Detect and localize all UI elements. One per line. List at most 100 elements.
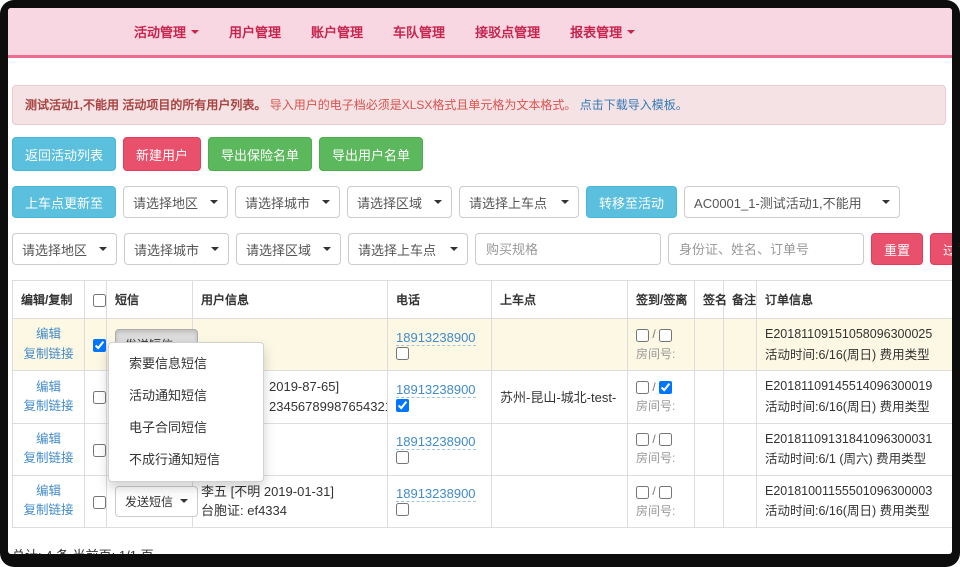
phone-link[interactable]: 18913238900 — [396, 330, 476, 346]
region-filter-select[interactable]: 请选择地区 — [12, 233, 117, 265]
signature-cell — [695, 319, 724, 371]
caret-down-icon — [210, 200, 218, 204]
phone-link[interactable]: 18913238900 — [396, 486, 476, 502]
nav-item-fleet-management[interactable]: 车队管理 — [393, 22, 445, 41]
phone-checkbox[interactable] — [396, 347, 409, 360]
sign-separator: / — [652, 484, 655, 498]
select-value: 请选择地区 — [133, 193, 198, 212]
info-alert: 测试活动1,不能用 活动项目的所有用户列表。 导入用户的电子档必须是XLSX格式… — [12, 85, 946, 125]
room-number-label: 房间号: — [636, 397, 686, 414]
edit-link[interactable]: 编辑 — [21, 378, 76, 397]
edit-link[interactable]: 编辑 — [21, 325, 76, 344]
edit-link[interactable]: 编辑 — [21, 482, 76, 501]
note-cell — [724, 371, 757, 423]
row-select-checkbox[interactable] — [93, 339, 106, 352]
pagination-summary: 总计: 4 条,当前页: 1/1 页 — [12, 545, 948, 554]
row-select-checkbox[interactable] — [93, 496, 106, 509]
send-sms-button[interactable]: 发送短信 — [115, 486, 198, 517]
export-user-list-button[interactable]: 导出用户名单 — [319, 137, 423, 171]
room-number-label: 房间号: — [636, 345, 686, 362]
signature-cell — [695, 371, 724, 423]
row-select-checkbox[interactable] — [93, 391, 106, 404]
sign-in-checkbox[interactable] — [636, 486, 649, 499]
sign-in-checkbox[interactable] — [636, 433, 649, 446]
new-user-button[interactable]: 新建用户 — [123, 137, 201, 171]
district-select[interactable]: 请选择区域 — [347, 186, 452, 218]
header-sign-in-out: 签到/签离 — [628, 281, 695, 319]
signature-cell — [695, 475, 724, 527]
device-frame: 活动管理 用户管理 账户管理 车队管理 接驳点管理 报表管理 测试活动1,不能用… — [0, 0, 960, 567]
nav-item-activity-management[interactable]: 活动管理 — [134, 22, 199, 41]
order-info-cell: E20181109131841096300031 活动时间:6/1 (周六) 费… — [757, 423, 953, 475]
search-input[interactable] — [668, 233, 864, 265]
order-number: E20181109131841096300031 — [765, 429, 952, 450]
menu-item-request-info-sms[interactable]: 索要信息短信 — [109, 348, 263, 380]
sign-out-checkbox[interactable] — [659, 486, 672, 499]
phone-checkbox[interactable] — [396, 451, 409, 464]
copy-link[interactable]: 复制链接 — [21, 501, 76, 520]
copy-link[interactable]: 复制链接 — [21, 449, 76, 468]
header-pickup-point: 上车点 — [492, 281, 628, 319]
city-select[interactable]: 请选择城市 — [235, 186, 340, 218]
select-value: 请选择区域 — [246, 240, 311, 259]
pickup-point-select[interactable]: 请选择上车点 — [459, 186, 579, 218]
sign-in-checkbox[interactable] — [636, 329, 649, 342]
purchase-spec-input[interactable] — [475, 233, 661, 265]
download-template-link[interactable]: 点击下载导入模板。 — [580, 98, 688, 112]
pickup-point-cell: 苏州-昆山-城北-test- — [492, 371, 628, 423]
sign-out-checkbox[interactable] — [659, 381, 672, 394]
sign-in-out-cell: / 房间号: — [628, 475, 695, 527]
phone-link[interactable]: 18913238900 — [396, 434, 476, 450]
select-value: 请选择地区 — [22, 240, 87, 259]
phone-link[interactable]: 18913238900 — [396, 382, 476, 398]
row-select-checkbox[interactable] — [93, 444, 106, 457]
menu-item-trip-cancel-notice-sms[interactable]: 不成行通知短信 — [109, 444, 263, 476]
menu-item-activity-notice-sms[interactable]: 活动通知短信 — [109, 380, 263, 412]
order-activity-time: 活动时间:6/16(周日) 费用类型 — [765, 397, 952, 418]
nav-item-report-management[interactable]: 报表管理 — [570, 22, 635, 41]
edit-copy-cell: 编辑 复制链接 — [13, 423, 85, 475]
nav-item-user-management[interactable]: 用户管理 — [229, 22, 281, 41]
reset-button[interactable]: 重置 — [871, 233, 923, 265]
sms-dropdown-menu: 索要信息短信 活动通知短信 电子合同短信 不成行通知短信 — [108, 342, 264, 482]
action-button-row: 返回活动列表 新建用户 导出保险名单 导出用户名单 — [12, 137, 948, 171]
copy-link[interactable]: 复制链接 — [21, 397, 76, 416]
phone-checkbox[interactable] — [396, 399, 409, 412]
top-navbar: 活动管理 用户管理 账户管理 车队管理 接驳点管理 报表管理 — [8, 8, 952, 58]
sign-out-checkbox[interactable] — [659, 433, 672, 446]
order-info-cell: E20181109151058096300025 活动时间:6/16(周日) 费… — [757, 319, 953, 371]
caret-down-icon — [322, 200, 330, 204]
pickup-update-filter-row: 上车点更新至 请选择地区 请选择城市 请选择区域 请选择上车点 转移至活动 AC… — [12, 186, 948, 218]
phone-checkbox[interactable] — [396, 503, 409, 516]
pickup-point-filter-select[interactable]: 请选择上车点 — [348, 233, 468, 265]
alert-warning-text: 导入用户的电子档必须是XLSX格式且单元格为文本格式。 — [270, 98, 577, 112]
nav-item-pickup-point-management[interactable]: 接驳点管理 — [475, 22, 540, 41]
caret-down-icon — [450, 247, 458, 251]
search-filter-row: 请选择地区 请选择城市 请选择区域 请选择上车点 重置 过滤 — [12, 233, 948, 265]
sign-in-out-cell: / 房间号: — [628, 423, 695, 475]
filter-button[interactable]: 过滤 — [930, 233, 952, 265]
select-all-checkbox[interactable] — [93, 294, 106, 307]
send-sms-label: 发送短信 — [125, 493, 173, 510]
edit-link[interactable]: 编辑 — [21, 430, 76, 449]
copy-link[interactable]: 复制链接 — [21, 345, 76, 364]
signature-cell — [695, 423, 724, 475]
back-to-activity-list-button[interactable]: 返回活动列表 — [12, 137, 116, 171]
sign-in-checkbox[interactable] — [636, 381, 649, 394]
nav-item-account-management[interactable]: 账户管理 — [311, 22, 363, 41]
sign-out-checkbox[interactable] — [659, 329, 672, 342]
menu-item-e-contract-sms[interactable]: 电子合同短信 — [109, 412, 263, 444]
region-select[interactable]: 请选择地区 — [123, 186, 228, 218]
city-filter-select[interactable]: 请选择城市 — [124, 233, 229, 265]
transfer-to-activity-button[interactable]: 转移至活动 — [586, 186, 677, 218]
sign-separator: / — [652, 380, 655, 394]
edit-copy-cell: 编辑 复制链接 — [13, 475, 85, 527]
export-insurance-list-button[interactable]: 导出保险名单 — [208, 137, 312, 171]
order-number: E20181109151058096300025 — [765, 324, 952, 345]
caret-down-icon — [434, 200, 442, 204]
activity-select[interactable]: AC0001_1-测试活动1,不能用 — [684, 186, 900, 218]
update-pickup-point-button[interactable]: 上车点更新至 — [12, 186, 116, 218]
district-filter-select[interactable]: 请选择区域 — [236, 233, 341, 265]
nav-item-label: 活动管理 — [134, 22, 186, 41]
user-info-line2: 台胞证: ef4334 — [201, 501, 379, 521]
